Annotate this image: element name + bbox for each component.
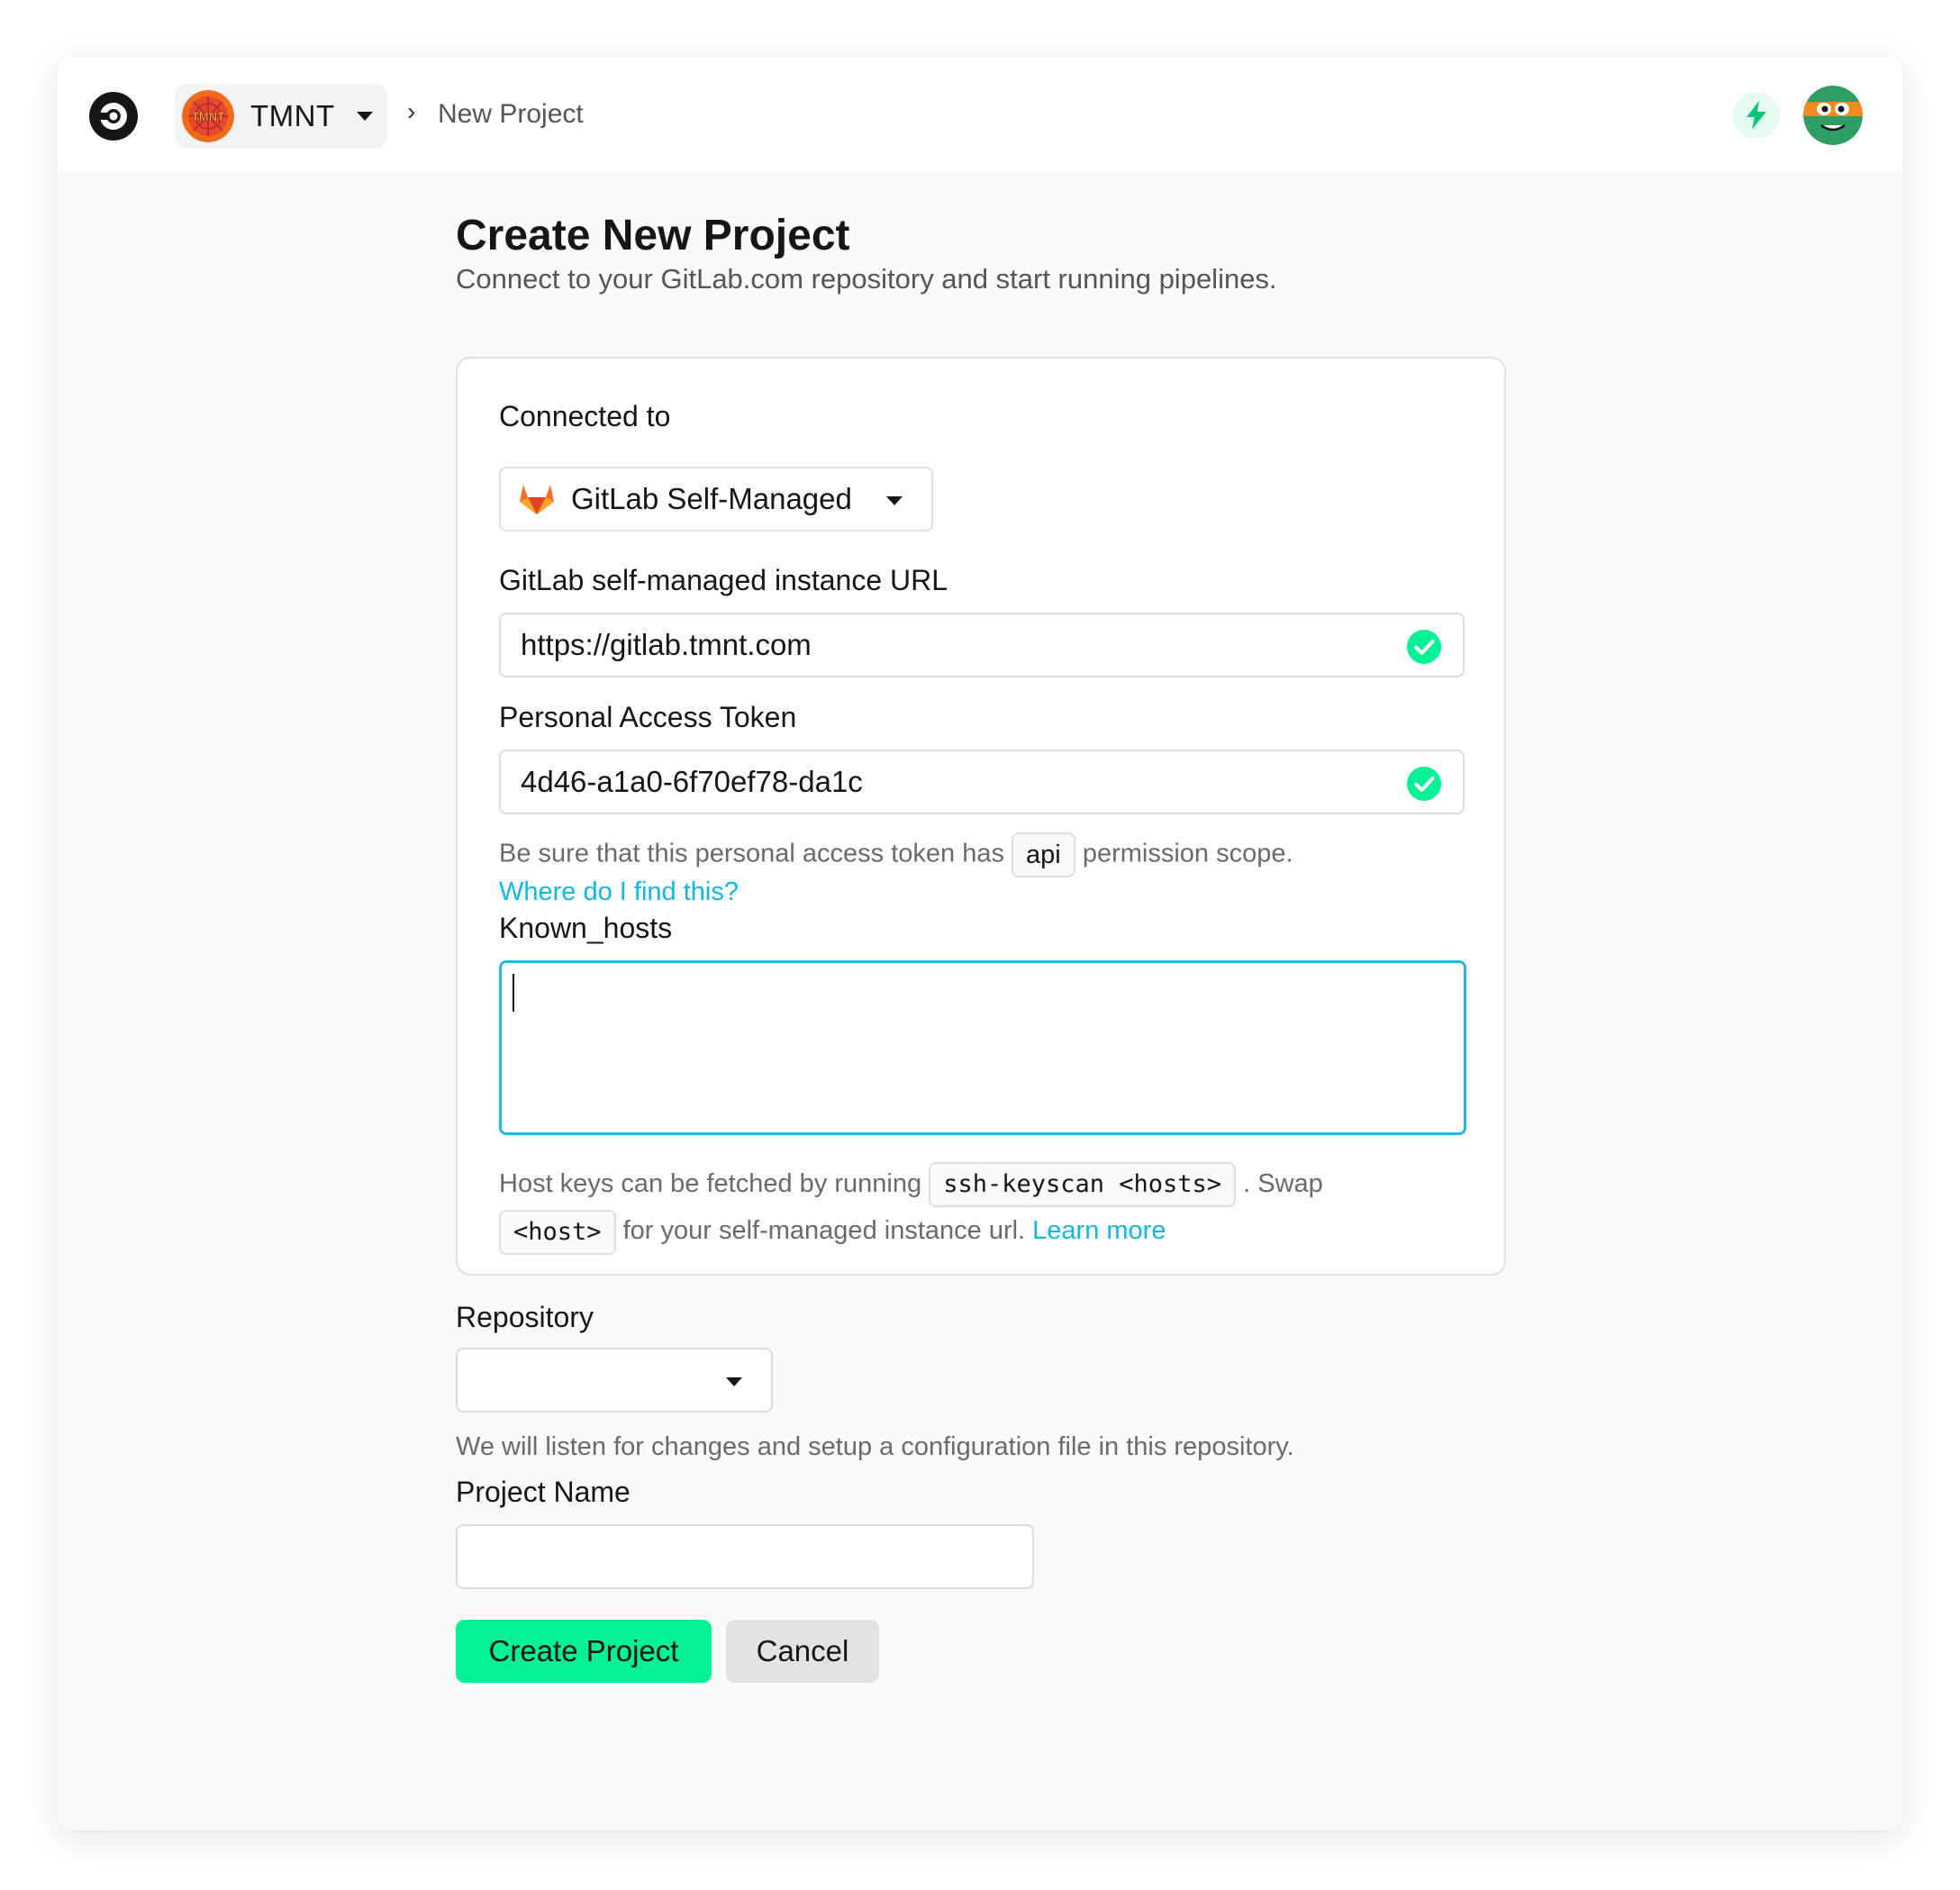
vcs-provider-dropdown[interactable]: GitLab Self-Managed [499,467,933,532]
connection-card: Connected to GitLab Self-Managed GitLab … [456,357,1506,1276]
page-subtitle: Connect to your GitLab.com repository an… [456,263,1277,295]
token-value: 4d46-a1a0-6f70ef78-da1c [521,765,863,798]
text-cursor [513,974,514,1012]
token-help: Be sure that this personal access token … [499,832,1293,877]
chevron-down-icon [726,1377,742,1386]
known-hosts-help-swap: . Swap [1243,1169,1323,1198]
instance-url-input[interactable]: https://gitlab.tmnt.com [499,613,1465,677]
breadcrumb-separator-icon: › [407,97,416,125]
chevron-down-icon [356,112,373,121]
token-help-text: Be sure that this personal access token … [499,839,1004,868]
project-name-input[interactable] [456,1524,1034,1589]
app-window: TMNT TMNT › New Project Create New Proje… [58,58,1902,1831]
host-code: <host> [499,1209,616,1255]
check-circle-icon [1407,767,1441,801]
breadcrumb-current: New Project [438,99,584,129]
cancel-button[interactable]: Cancel [726,1620,879,1683]
lightning-icon[interactable] [1733,92,1780,139]
token-input[interactable]: 4d46-a1a0-6f70ef78-da1c [499,750,1465,814]
repository-label: Repository [456,1301,594,1333]
vcs-provider-value: GitLab Self-Managed [571,482,852,515]
project-name-label: Project Name [456,1476,631,1508]
top-bar: TMNT TMNT › New Project [58,58,1902,171]
token-help-text-after: permission scope. [1082,839,1293,868]
api-scope-code: api [1012,832,1075,877]
instance-url-value: https://gitlab.tmnt.com [521,628,812,661]
known-hosts-label: Known_hosts [499,912,673,944]
chevron-down-icon [886,496,903,505]
known-hosts-help-text: Host keys can be fetched by running [499,1169,922,1198]
org-switcher[interactable]: TMNT TMNT [175,84,387,149]
token-label: Personal Access Token [499,701,797,733]
create-project-button[interactable]: Create Project [456,1620,712,1683]
page-title: Create New Project [456,212,850,259]
instance-url-label: GitLab self-managed instance URL [499,564,948,596]
svg-text:TMNT: TMNT [192,110,224,123]
find-token-link[interactable]: Where do I find this? [499,872,739,912]
circleci-logo-icon[interactable] [88,91,139,141]
learn-more-link[interactable]: Learn more [1032,1216,1166,1245]
ssh-keyscan-code: ssh-keyscan <hosts> [929,1162,1237,1208]
connected-to-label: Connected to [499,400,671,432]
repository-help: We will listen for changes and setup a c… [456,1432,1294,1461]
gitlab-icon [520,485,554,514]
org-avatar: TMNT [182,90,234,142]
known-hosts-textarea[interactable] [499,960,1466,1135]
org-name: TMNT [250,99,335,132]
known-hosts-help: Host keys can be fetched by running ssh-… [499,1160,1472,1255]
known-hosts-help-rest: for your self-managed instance url. [622,1216,1026,1246]
check-circle-icon [1407,630,1441,664]
repository-dropdown[interactable] [456,1348,773,1413]
user-avatar[interactable] [1803,86,1863,145]
